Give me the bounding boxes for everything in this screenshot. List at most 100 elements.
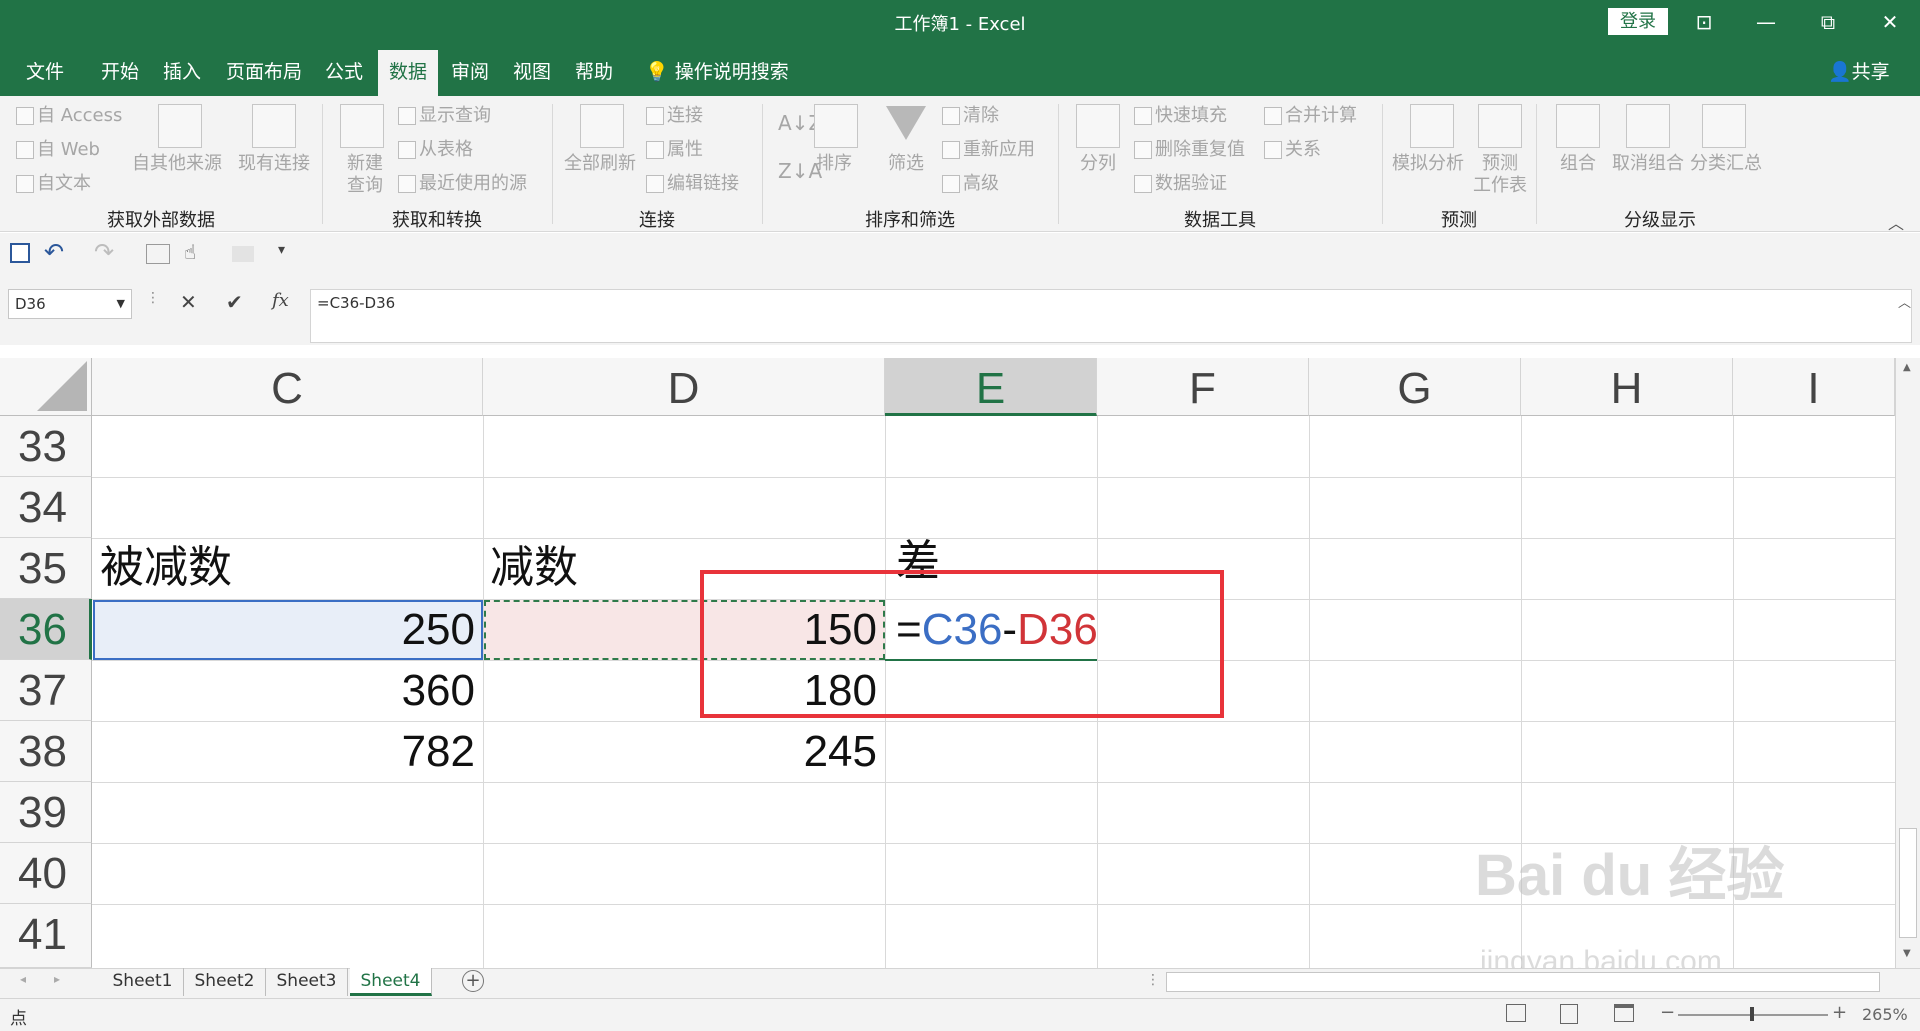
data-validation-button[interactable]: 数据验证: [1134, 173, 1227, 195]
filter-button[interactable]: 筛选: [888, 153, 924, 175]
column-header-d[interactable]: D: [483, 358, 885, 416]
sheet-tab-sheet3[interactable]: Sheet3: [266, 968, 348, 996]
reapply-button[interactable]: 重新应用: [942, 139, 1035, 161]
expand-formula-bar-icon[interactable]: ︿: [1898, 292, 1911, 311]
show-queries-button[interactable]: 显示查询: [398, 105, 491, 127]
forecast-sheet-button[interactable]: 预测 工作表: [1472, 153, 1528, 197]
column-header-c[interactable]: C: [92, 358, 483, 416]
zoom-level[interactable]: 265%: [1862, 1005, 1908, 1024]
sheet-tab-sheet4[interactable]: Sheet4: [350, 968, 432, 996]
column-header-g[interactable]: G: [1309, 358, 1521, 416]
tab-home[interactable]: 开始: [92, 50, 148, 96]
tab-view[interactable]: 视图: [504, 50, 560, 96]
from-access-button[interactable]: 自 Access: [16, 105, 122, 127]
vertical-scrollbar[interactable]: ▲ ▼: [1895, 358, 1920, 968]
column-header-i[interactable]: I: [1733, 358, 1895, 416]
customize-qat-icon[interactable]: ▾: [278, 242, 285, 258]
redo-icon[interactable]: ↷: [94, 238, 114, 266]
relationships-button[interactable]: 关系: [1264, 139, 1321, 161]
clear-filter-button[interactable]: 清除: [942, 105, 999, 127]
edit-links-button[interactable]: 编辑链接: [646, 173, 739, 195]
minimize-button[interactable]: —: [1734, 0, 1798, 44]
tab-data[interactable]: 数据: [378, 50, 438, 96]
form-icon[interactable]: [146, 244, 170, 264]
select-all-corner[interactable]: [0, 358, 92, 416]
cell-d38[interactable]: 245: [484, 722, 885, 782]
ungroup-button[interactable]: 取消组合: [1612, 153, 1684, 175]
column-header-f[interactable]: F: [1097, 358, 1309, 416]
sheet-next-icon[interactable]: ▸: [54, 972, 60, 986]
column-header-e[interactable]: E: [885, 358, 1097, 416]
formula-input[interactable]: =C36-D36: [310, 289, 1912, 343]
connections-button[interactable]: 连接: [646, 105, 703, 127]
normal-view-icon[interactable]: [1506, 1004, 1526, 1022]
subtotal-button[interactable]: 分类汇总: [1690, 153, 1762, 175]
cancel-formula-icon[interactable]: ✕: [180, 290, 197, 314]
horizontal-scrollbar[interactable]: [1166, 972, 1880, 992]
row-header-41[interactable]: 41: [0, 904, 92, 968]
other-sources-button[interactable]: 自其他来源: [132, 153, 222, 175]
tab-insert[interactable]: 插入: [154, 50, 210, 96]
row-header-39[interactable]: 39: [0, 782, 92, 843]
close-button[interactable]: ✕: [1858, 0, 1920, 44]
recent-sources-button[interactable]: 最近使用的源: [398, 173, 527, 195]
scroll-up-icon[interactable]: ▲: [1903, 362, 1911, 373]
column-header-h[interactable]: H: [1521, 358, 1733, 416]
from-text-button[interactable]: 自文本: [16, 173, 91, 195]
flash-fill-button[interactable]: 快速填充: [1134, 105, 1227, 127]
scroll-down-icon[interactable]: ▼: [1903, 948, 1911, 959]
zoom-slider-thumb[interactable]: [1750, 1007, 1754, 1021]
tab-file[interactable]: 文件: [14, 50, 76, 96]
touch-mode-icon[interactable]: ☝: [184, 240, 196, 264]
name-box[interactable]: D36 ▼: [8, 289, 132, 319]
refresh-all-button[interactable]: 全部刷新: [564, 153, 636, 175]
row-header-35[interactable]: 35: [0, 538, 92, 599]
from-web-button[interactable]: 自 Web: [16, 139, 100, 161]
save-icon[interactable]: [10, 243, 30, 263]
row-header-36[interactable]: 36: [0, 599, 92, 660]
zoom-in-icon[interactable]: +: [1832, 1002, 1847, 1023]
sheet-tab-sheet2[interactable]: Sheet2: [184, 968, 266, 996]
open-folder-icon[interactable]: [232, 246, 254, 262]
new-query-button[interactable]: 新建 查询: [340, 153, 390, 197]
row-header-37[interactable]: 37: [0, 660, 92, 721]
zoom-out-icon[interactable]: −: [1660, 1002, 1675, 1023]
scrollbar-thumb[interactable]: [1899, 828, 1917, 938]
consolidate-button[interactable]: 合并计算: [1264, 105, 1357, 127]
sort-button[interactable]: 排序: [816, 153, 852, 175]
ribbon-display-options-icon[interactable]: ⊡: [1672, 0, 1736, 44]
page-layout-view-icon[interactable]: [1560, 1004, 1578, 1024]
cell-c36[interactable]: 250: [93, 600, 483, 660]
collapse-ribbon-icon[interactable]: ︿: [1888, 210, 1904, 234]
tab-page-layout[interactable]: 页面布局: [220, 50, 308, 96]
properties-button[interactable]: 属性: [646, 139, 703, 161]
text-to-columns-button[interactable]: 分列: [1080, 153, 1116, 175]
advanced-filter-button[interactable]: 高级: [942, 173, 999, 195]
existing-connections-button[interactable]: 现有连接: [238, 153, 310, 175]
tell-me-search[interactable]: 💡 操作说明搜索: [645, 50, 789, 96]
remove-duplicates-button[interactable]: 删除重复值: [1134, 139, 1245, 161]
tab-review[interactable]: 审阅: [442, 50, 498, 96]
row-header-40[interactable]: 40: [0, 843, 92, 904]
login-button[interactable]: 登录: [1608, 8, 1668, 35]
row-header-34[interactable]: 34: [0, 477, 92, 538]
enter-formula-icon[interactable]: ✔: [226, 290, 243, 314]
share-button[interactable]: 👤共享: [1828, 50, 1890, 96]
restore-button[interactable]: ⧉: [1796, 0, 1860, 44]
insert-function-icon[interactable]: fx: [272, 290, 289, 311]
what-if-button[interactable]: 模拟分析: [1392, 153, 1464, 175]
from-table-button[interactable]: 从表格: [398, 139, 473, 161]
undo-icon[interactable]: ↶: [44, 238, 64, 266]
sheet-prev-icon[interactable]: ◂: [20, 972, 26, 986]
row-header-38[interactable]: 38: [0, 721, 92, 782]
sheet-tab-sheet1[interactable]: Sheet1: [102, 968, 184, 996]
row-header-33[interactable]: 33: [0, 416, 92, 477]
group-button[interactable]: 组合: [1560, 153, 1596, 175]
tab-help[interactable]: 帮助: [566, 50, 622, 96]
cell-c35[interactable]: 被减数: [100, 538, 480, 598]
cell-c37[interactable]: 360: [93, 661, 483, 721]
tab-formulas[interactable]: 公式: [316, 50, 372, 96]
page-break-view-icon[interactable]: [1614, 1004, 1634, 1022]
tab-split-handle-icon[interactable]: ⋮: [1146, 972, 1160, 988]
add-sheet-icon[interactable]: +: [462, 970, 484, 992]
